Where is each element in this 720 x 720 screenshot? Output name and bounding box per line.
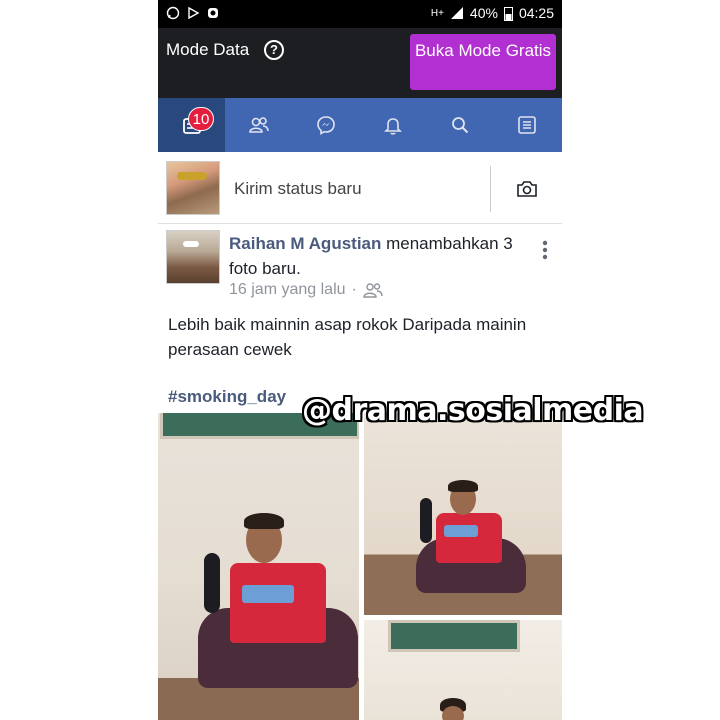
data-mode-label: Mode Data <box>166 40 250 59</box>
status-bar: H+ 40% 04:25 <box>158 0 562 28</box>
photo-subject-shirt <box>436 513 502 563</box>
free-mode-button[interactable]: Buka Mode Gratis <box>410 34 556 90</box>
friends-icon <box>248 117 269 133</box>
post-text: Lebih baik mainnin asap rokok Daripada m… <box>168 315 527 359</box>
tab-notifications[interactable] <box>359 98 426 152</box>
chalkboard <box>388 620 520 652</box>
meta-separator: · <box>351 281 357 298</box>
photo-subject-hair <box>448 480 478 492</box>
post-timestamp[interactable]: 16 jam yang lalu <box>229 281 346 299</box>
facebook-app-screen: H+ 40% 04:25 Mode Data ? Buka Mode Grati… <box>158 0 562 720</box>
network-type: H+ <box>430 7 444 19</box>
app-notification-icon <box>208 8 218 18</box>
top-nav-bar: 10 <box>158 98 562 152</box>
camera-icon[interactable] <box>516 180 538 198</box>
status-composer: Kirim status baru <box>158 152 562 224</box>
photo-subject-head <box>442 706 464 720</box>
data-mode-bar: Mode Data ? Buka Mode Gratis <box>158 28 562 98</box>
tab-search[interactable] <box>426 98 493 152</box>
author-avatar[interactable] <box>166 230 220 284</box>
post-header: Raihan M Agustian menambahkan 3 foto bar… <box>229 231 529 281</box>
photo-subject-arm <box>204 553 220 613</box>
friends-icon <box>363 283 383 298</box>
system-indicators: H+ 40% 04:25 <box>431 5 554 21</box>
photo-subject-shirt <box>230 563 326 643</box>
battery-percent: 40% <box>469 5 498 21</box>
more-options-icon[interactable] <box>542 240 548 260</box>
status-input[interactable]: Kirim status baru <box>234 179 362 199</box>
post-photo-1[interactable] <box>158 413 359 720</box>
tab-messenger[interactable] <box>292 98 359 152</box>
post-meta: 16 jam yang lalu · <box>229 281 383 299</box>
post-photo-2[interactable] <box>364 413 562 615</box>
whatsapp-icon <box>166 6 180 20</box>
signal-icon <box>450 7 463 19</box>
question-circle-icon[interactable]: ? <box>264 40 284 60</box>
hashtag-link[interactable]: #smoking_day <box>168 387 286 407</box>
search-icon <box>451 117 468 134</box>
watermark: @drama.sosialmedia <box>302 393 644 428</box>
tab-friends[interactable] <box>225 98 292 152</box>
shirt-logo <box>242 585 294 603</box>
bell-icon <box>383 118 402 135</box>
notification-icons <box>166 6 220 20</box>
avatar[interactable] <box>166 161 220 215</box>
photo-subject-arm <box>420 498 432 543</box>
tab-news-feed[interactable]: 10 <box>158 98 225 152</box>
battery-icon <box>503 6 513 21</box>
clock: 04:25 <box>518 5 554 21</box>
post-photo-3[interactable] <box>364 620 562 720</box>
notification-badge: 10 <box>188 107 214 131</box>
menu-icon <box>517 116 536 134</box>
tab-menu[interactable] <box>493 98 560 152</box>
shirt-logo <box>444 525 478 537</box>
divider <box>490 166 491 212</box>
photo-subject-hair <box>244 513 284 529</box>
play-store-icon <box>188 6 200 20</box>
messenger-icon <box>316 116 335 135</box>
post-author-link[interactable]: Raihan M Agustian <box>229 234 381 253</box>
